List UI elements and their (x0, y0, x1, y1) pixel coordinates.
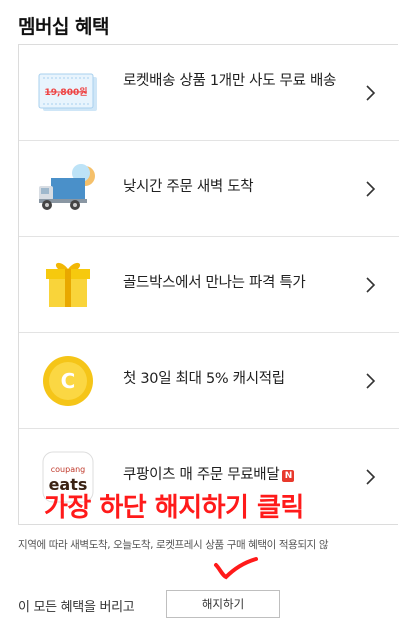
section-title: 멤버십 혜택 (18, 16, 110, 38)
chevron-right-icon (366, 181, 376, 197)
benefit-label-dawn-delivery: 낮시간 주문 새벽 도착 (123, 179, 254, 195)
eats-logo-top: coupang (51, 465, 86, 474)
red-check-scribble-icon (214, 557, 258, 580)
delivery-truck-moon-icon (37, 161, 99, 217)
cancel-prompt: 이 모든 혜택을 버리고 (18, 600, 135, 615)
benefit-label-cashback: 첫 30일 최대 5% 캐시적립 (123, 371, 285, 387)
chevron-right-icon (366, 277, 376, 293)
notice-text: 지역에 따라 새벽도착, 오늘도착, 로켓프레시 상품 구매 혜택이 적용되지 … (18, 539, 329, 551)
benefit-row-cashback[interactable]: C 첫 30일 최대 5% 캐시적립 (19, 333, 399, 429)
new-badge: N (282, 470, 295, 482)
coin-letter: C (61, 369, 76, 393)
benefit-label-coupang-eats: 쿠팡이츠 매 주문 무료배달 N (123, 465, 355, 486)
benefit-label-free-shipping: 로켓배송 상품 1개만 사도 무료 배송 (123, 73, 337, 89)
chevron-right-icon (366, 85, 376, 101)
coupon-ticket-icon: 19,800원 (37, 65, 99, 121)
instruction-overlay-text: 가장 하단 해지하기 클릭 (44, 493, 304, 523)
cancel-membership-button[interactable]: 해지하기 (166, 590, 280, 618)
benefit-row-goldbox[interactable]: 골드박스에서 만나는 파격 특가 (19, 237, 399, 333)
benefit-label-text: 쿠팡이츠 매 주문 무료배달 (123, 467, 280, 483)
benefit-label-goldbox: 골드박스에서 만나는 파격 특가 (123, 275, 306, 291)
chevron-right-icon (366, 373, 376, 389)
gold-coin-icon: C (37, 353, 99, 409)
gift-box-icon (37, 257, 99, 313)
benefits-card: 19,800원 로켓배송 상품 1개만 사도 무료 배송 낮시간 주문 새벽 도… (18, 44, 399, 525)
benefit-row-dawn-delivery[interactable]: 낮시간 주문 새벽 도착 (19, 141, 399, 237)
benefit-row-free-shipping[interactable]: 19,800원 로켓배송 상품 1개만 사도 무료 배송 (19, 45, 399, 141)
chevron-right-icon (366, 469, 376, 485)
